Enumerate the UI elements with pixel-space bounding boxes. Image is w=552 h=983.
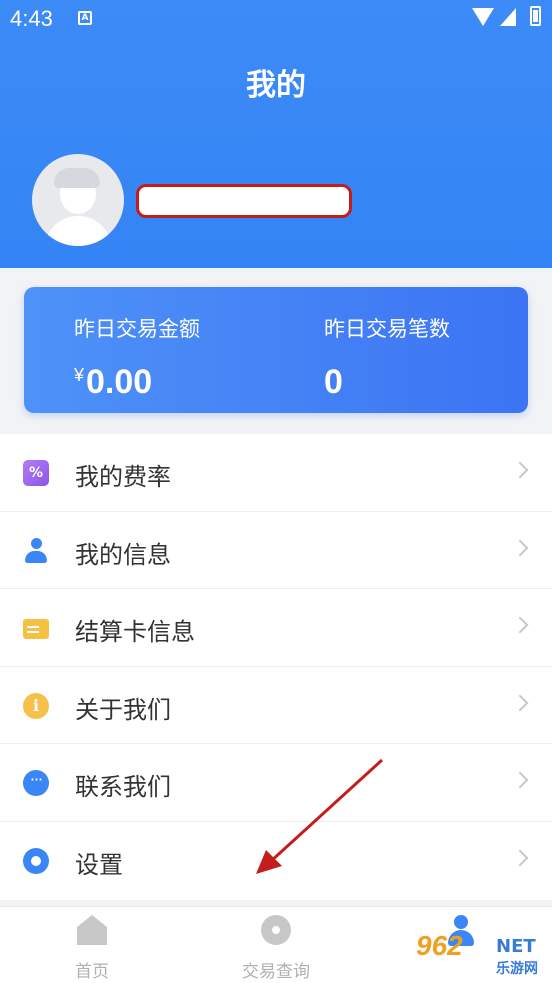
- nav-item-label: 交易查询: [242, 962, 310, 982]
- watermark-logo: 962: [416, 930, 463, 961]
- site-watermark: 962 NET 乐游网: [416, 930, 546, 978]
- query-icon: [261, 915, 291, 945]
- nav-item-home[interactable]: 首页: [0, 907, 184, 983]
- nav-item-label: 首页: [75, 962, 109, 982]
- annotation-arrow: [256, 758, 384, 874]
- nav-item-transaction-query[interactable]: 交易查询: [184, 907, 368, 983]
- watermark-sub: 乐游网: [496, 961, 538, 977]
- watermark-net: NET: [496, 936, 536, 957]
- home-icon: [77, 915, 107, 945]
